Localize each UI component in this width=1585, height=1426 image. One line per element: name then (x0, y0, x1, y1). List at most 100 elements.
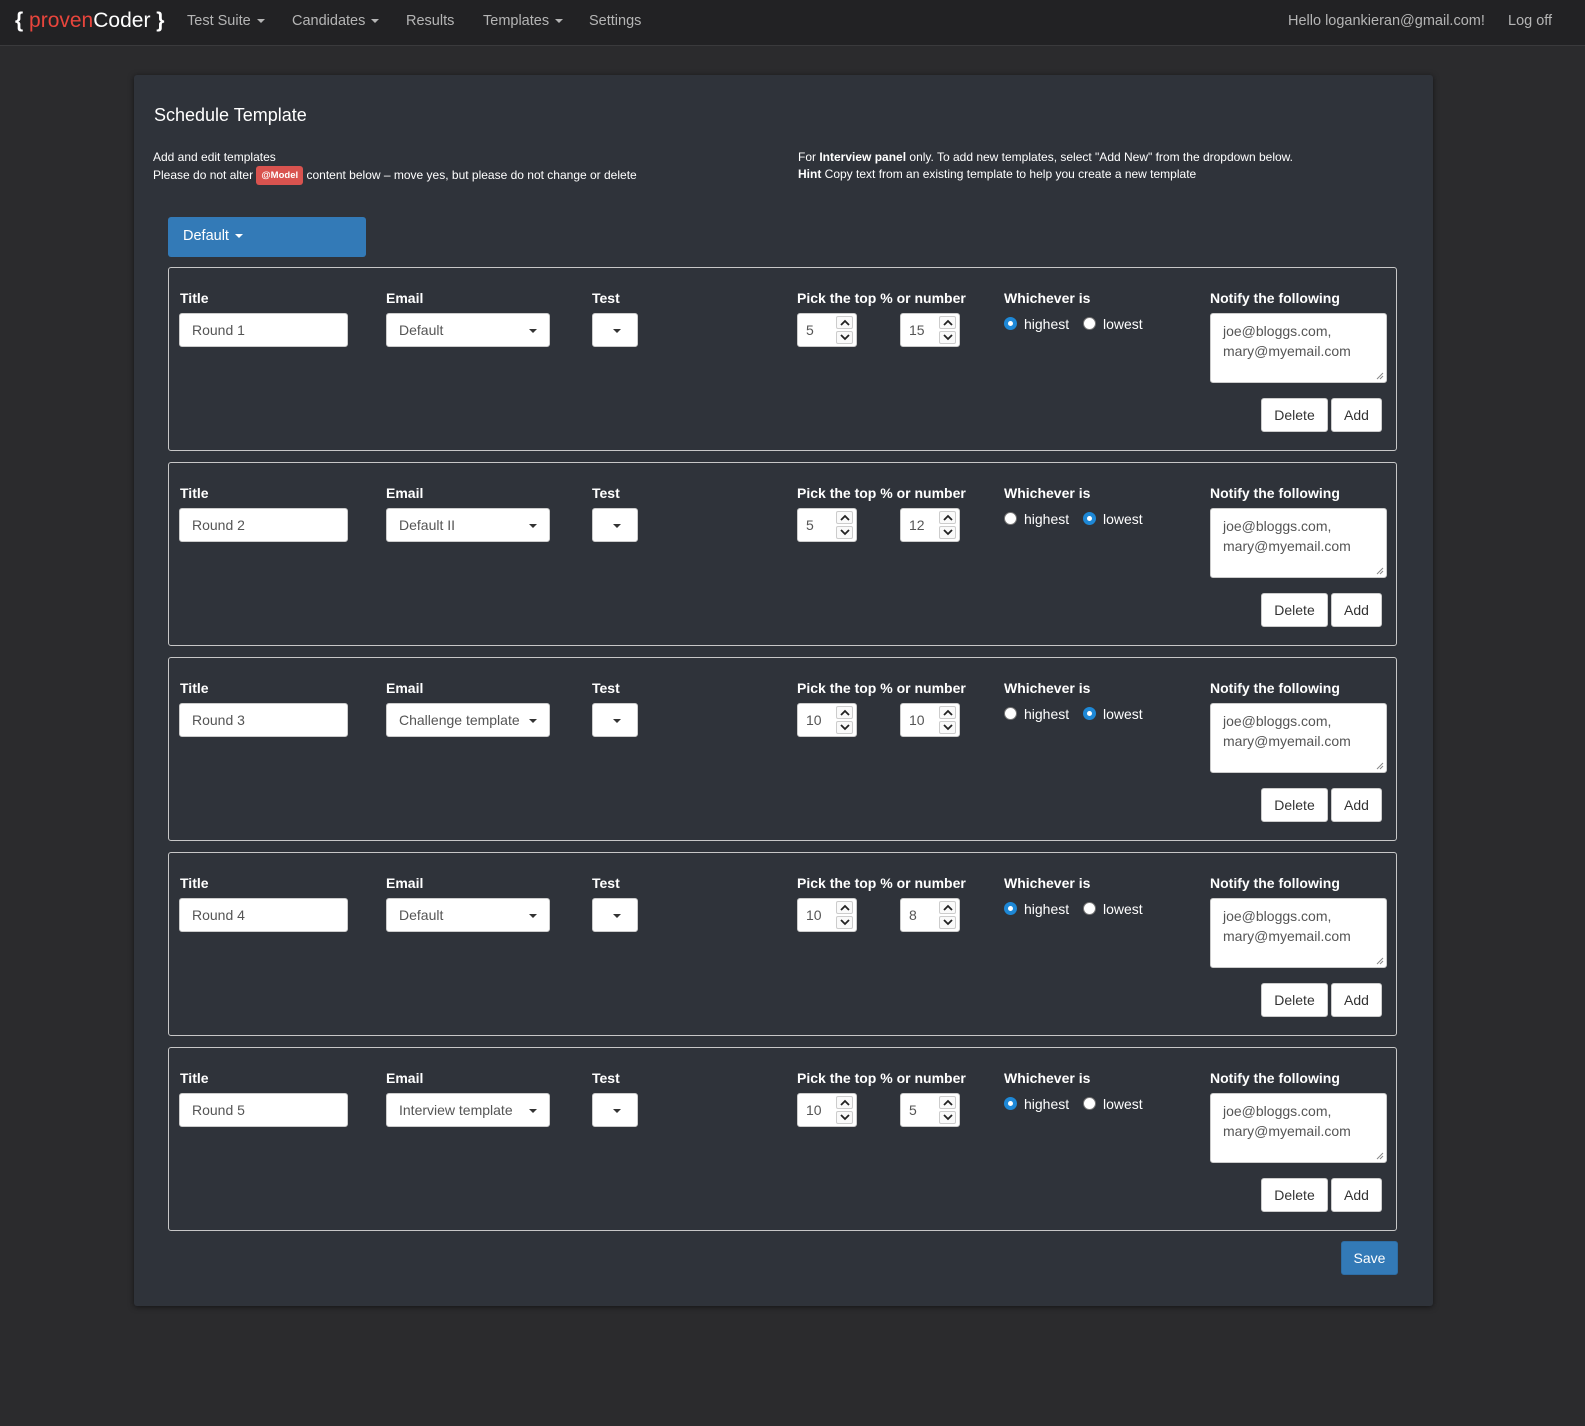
chevron-down-icon[interactable] (939, 1111, 956, 1124)
chevron-up-icon[interactable] (836, 1096, 853, 1109)
resize-grip-icon[interactable] (1376, 762, 1384, 770)
title-input[interactable]: Round 5 (179, 1093, 348, 1127)
add-button[interactable]: Add (1331, 1178, 1382, 1212)
title-input[interactable]: Round 1 (179, 313, 348, 347)
title-input[interactable]: Round 2 (179, 508, 348, 542)
radio-circle-icon[interactable] (1004, 902, 1017, 915)
nav-templates[interactable]: Templates (483, 13, 564, 29)
intro-left-text: Add and edit templates Please do not alt… (153, 149, 637, 185)
caret-down-icon (613, 1109, 621, 1113)
chevron-up-icon[interactable] (939, 511, 956, 524)
resize-grip-icon[interactable] (1376, 372, 1384, 380)
email-select[interactable]: Challenge template (386, 703, 550, 737)
percent-stepper[interactable]: 10 (797, 703, 857, 737)
radio-circle-icon[interactable] (1083, 707, 1096, 720)
brand-logo[interactable]: { provenCoder } (15, 9, 164, 33)
add-button[interactable]: Add (1331, 983, 1382, 1017)
test-select[interactable] (592, 508, 638, 542)
title-input[interactable]: Round 3 (179, 703, 348, 737)
caret-down-icon (613, 329, 621, 333)
notify-textarea[interactable]: joe@bloggs.com, mary@myemail.com (1210, 313, 1387, 383)
chevron-up-icon[interactable] (836, 316, 853, 329)
chevron-down-icon[interactable] (836, 1111, 853, 1124)
chevron-down-icon[interactable] (939, 721, 956, 734)
resize-grip-icon[interactable] (1376, 957, 1384, 965)
chevron-down-icon[interactable] (836, 721, 853, 734)
chevron-up-icon[interactable] (939, 901, 956, 914)
number-stepper[interactable]: 15 (900, 313, 960, 347)
test-label: Test (592, 485, 620, 501)
chevron-up-icon[interactable] (939, 1096, 956, 1109)
email-select[interactable]: Default II (386, 508, 550, 542)
radio-circle-icon[interactable] (1004, 1097, 1017, 1110)
add-button[interactable]: Add (1331, 593, 1382, 627)
round-card-4: Title Email Test Pick the top % or numbe… (168, 852, 1397, 1036)
user-greeting[interactable]: Hello logankieran@gmail.com! (1288, 13, 1485, 29)
radio-circle-icon[interactable] (1004, 317, 1017, 330)
chevron-up-icon[interactable] (939, 316, 956, 329)
notify-textarea[interactable]: joe@bloggs.com, mary@myemail.com (1210, 508, 1387, 578)
percent-stepper[interactable]: 5 (797, 313, 857, 347)
logoff-link[interactable]: Log off (1508, 13, 1552, 29)
chevron-down-icon[interactable] (836, 526, 853, 539)
percent-value: 10 (806, 1102, 822, 1118)
nav-settings[interactable]: Settings (589, 13, 641, 29)
percent-stepper[interactable]: 10 (797, 1093, 857, 1127)
radio-circle-icon[interactable] (1083, 317, 1096, 330)
page-title: Schedule Template (154, 105, 307, 125)
percent-stepper[interactable]: 5 (797, 508, 857, 542)
number-value: 12 (909, 517, 925, 533)
delete-button[interactable]: Delete (1261, 983, 1328, 1017)
save-button[interactable]: Save (1341, 1241, 1398, 1275)
delete-button[interactable]: Delete (1261, 1178, 1328, 1212)
resize-grip-icon[interactable] (1376, 567, 1384, 575)
resize-grip-icon[interactable] (1376, 1152, 1384, 1160)
caret-down-icon (529, 1109, 537, 1113)
delete-button[interactable]: Delete (1261, 398, 1328, 432)
chevron-up-icon[interactable] (939, 706, 956, 719)
nav-results[interactable]: Results (406, 13, 454, 29)
chevron-down-icon[interactable] (836, 916, 853, 929)
radio-circle-icon[interactable] (1083, 1097, 1096, 1110)
percent-stepper[interactable]: 10 (797, 898, 857, 932)
number-stepper[interactable]: 12 (900, 508, 960, 542)
number-stepper[interactable]: 8 (900, 898, 960, 932)
notify-label: Notify the following (1210, 680, 1340, 696)
caret-down-icon (371, 19, 380, 24)
chevron-down-icon[interactable] (939, 916, 956, 929)
chevron-down-icon[interactable] (939, 526, 956, 539)
add-button[interactable]: Add (1331, 398, 1382, 432)
delete-button[interactable]: Delete (1261, 788, 1328, 822)
radio-circle-icon[interactable] (1083, 902, 1096, 915)
schedule-template-panel: Schedule Template Add and edit templates… (134, 75, 1433, 1306)
notify-textarea[interactable]: joe@bloggs.com, mary@myemail.com (1210, 703, 1387, 773)
radio-circle-icon[interactable] (1004, 512, 1017, 525)
chevron-up-icon[interactable] (836, 511, 853, 524)
percent-value: 5 (806, 322, 814, 338)
number-stepper[interactable]: 10 (900, 703, 960, 737)
email-select[interactable]: Default (386, 313, 550, 347)
add-button[interactable]: Add (1331, 788, 1382, 822)
test-select[interactable] (592, 703, 638, 737)
email-select-value: Interview template (399, 1102, 513, 1118)
title-input[interactable]: Round 4 (179, 898, 348, 932)
test-select[interactable] (592, 898, 638, 932)
chevron-up-icon[interactable] (836, 706, 853, 719)
number-stepper[interactable]: 5 (900, 1093, 960, 1127)
radio-circle-icon[interactable] (1083, 512, 1096, 525)
chevron-down-icon[interactable] (836, 331, 853, 344)
notify-textarea[interactable]: joe@bloggs.com, mary@myemail.com (1210, 1093, 1387, 1163)
radio-circle-icon[interactable] (1004, 707, 1017, 720)
test-select[interactable] (592, 313, 638, 347)
test-select[interactable] (592, 1093, 638, 1127)
email-select[interactable]: Default (386, 898, 550, 932)
nav-candidates[interactable]: Candidates (292, 13, 380, 29)
caret-down-icon (234, 234, 243, 239)
chevron-up-icon[interactable] (836, 901, 853, 914)
notify-textarea[interactable]: joe@bloggs.com, mary@myemail.com (1210, 898, 1387, 968)
email-select[interactable]: Interview template (386, 1093, 550, 1127)
nav-test-suite[interactable]: Test Suite (187, 13, 265, 29)
chevron-down-icon[interactable] (939, 331, 956, 344)
template-select-dropdown[interactable]: Default (168, 217, 366, 257)
delete-button[interactable]: Delete (1261, 593, 1328, 627)
